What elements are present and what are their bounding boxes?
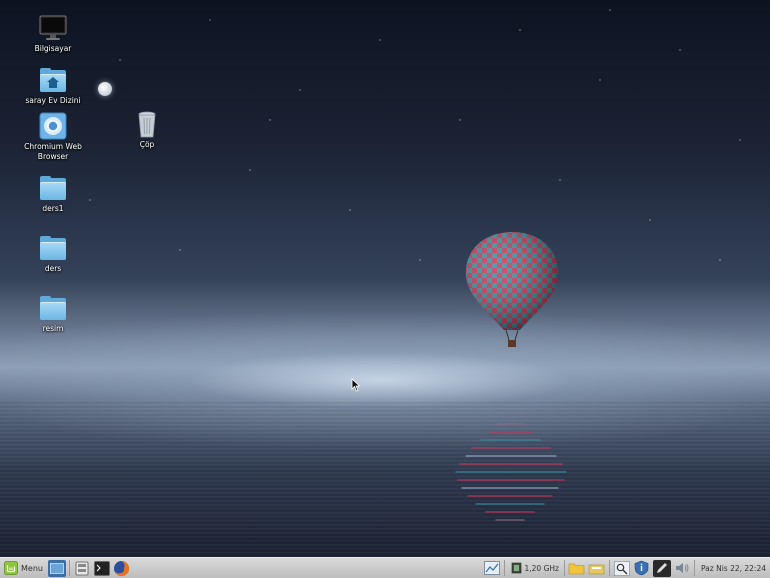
moon-image <box>98 82 112 96</box>
mouse-cursor-icon <box>351 378 361 392</box>
taskbar-separator <box>503 560 505 576</box>
taskbar: Menu 1,20 GHz Paz Nis 22, 22:24 <box>0 557 770 578</box>
desktop[interactable]: Bilgisayar saray Ev Dizini Chromium Web … <box>0 0 770 557</box>
search-icon[interactable] <box>613 560 631 577</box>
places-folder-icon[interactable] <box>568 560 586 577</box>
desktop-icon-folder-resim[interactable]: resim <box>18 294 88 334</box>
cpu-frequency-value: 1,20 GHz <box>524 563 559 573</box>
folder-icon <box>38 174 68 202</box>
cpu-frequency-indicator[interactable]: 1,20 GHz <box>507 559 562 578</box>
mint-logo-icon <box>4 561 18 575</box>
firefox-icon[interactable] <box>113 560 131 577</box>
desktop-icon-trash[interactable]: Çöp <box>112 110 182 150</box>
wallpaper-water <box>0 400 770 557</box>
desktop-icon-label: ders1 <box>42 204 64 213</box>
desktop-icon-label: Bilgisayar <box>34 44 72 53</box>
menu-label: Menu <box>21 563 43 573</box>
terminal-icon[interactable] <box>93 560 111 577</box>
desktop-icon-label: saray Ev Dizini <box>25 96 81 105</box>
taskbar-separator <box>68 560 70 576</box>
desktop-icon-label: Çöp <box>139 140 155 149</box>
desktop-icon-folder-ders[interactable]: ders <box>18 234 88 274</box>
taskbar-separator <box>563 560 565 576</box>
volume-icon[interactable] <box>673 560 691 577</box>
computer-icon <box>38 14 68 42</box>
taskbar-separator <box>608 560 610 576</box>
balloon-reflection-image <box>455 423 567 521</box>
wallpaper-stars <box>0 0 770 340</box>
update-shield-icon[interactable] <box>633 560 651 577</box>
chromium-icon <box>38 112 68 140</box>
trash-icon <box>132 110 162 138</box>
desktop-icon-label: resim <box>42 324 64 333</box>
show-desktop-icon[interactable] <box>47 559 66 577</box>
desktop-icon-label: Chromium Web Browser <box>24 142 82 161</box>
desktop-icon-folder-ders1[interactable]: ders1 <box>18 174 88 214</box>
cpu-icon <box>511 562 521 574</box>
menu-button[interactable]: Menu <box>0 559 47 578</box>
desktop-icon-label: ders <box>44 264 62 273</box>
file-manager-icon[interactable] <box>73 560 91 577</box>
desktop-icon-chromium[interactable]: Chromium Web Browser <box>18 112 88 162</box>
clipboard-icon[interactable] <box>588 560 606 577</box>
taskbar-separator <box>693 560 695 576</box>
folder-icon <box>38 234 68 262</box>
network-monitor-icon[interactable] <box>483 560 501 577</box>
hot-air-balloon-image <box>465 232 559 347</box>
pen-tool-icon[interactable] <box>652 559 671 577</box>
desktop-icon-computer[interactable]: Bilgisayar <box>18 14 88 54</box>
clock[interactable]: Paz Nis 22, 22:24 <box>697 559 770 578</box>
home-folder-icon <box>38 66 68 94</box>
desktop-icon-home-folder[interactable]: saray Ev Dizini <box>18 66 88 106</box>
folder-icon <box>38 294 68 322</box>
